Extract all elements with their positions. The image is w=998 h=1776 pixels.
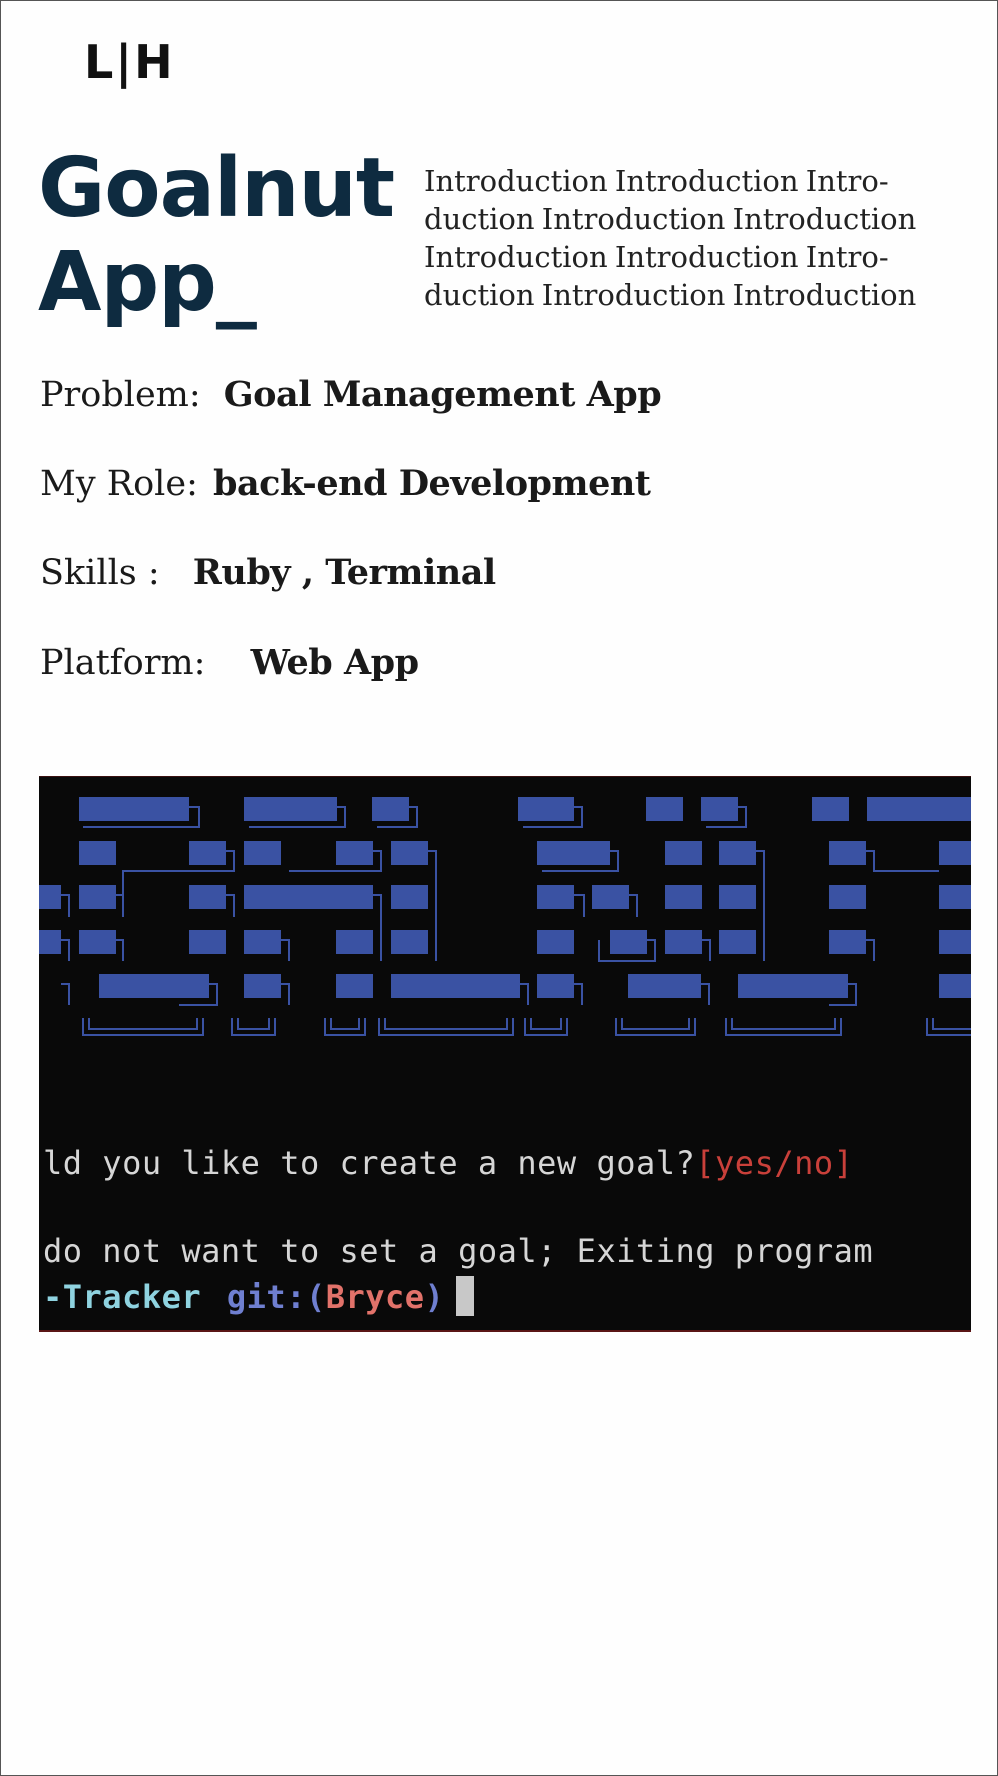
goal-prompt-question: ld you like to create a new goal? <box>43 1144 696 1182</box>
intro-line: duction Introduction Introduction <box>424 202 917 236</box>
exit-message-line: do not want to set a goal; Exiting progr… <box>43 1232 873 1270</box>
role-row: My Role: back-end Development <box>40 463 651 504</box>
role-value: back-end Development <box>213 463 651 504</box>
project-title: Goalnut App_ <box>38 142 398 330</box>
goal-prompt-line: ld you like to create a new goal?[yes/no… <box>43 1144 853 1182</box>
intro-line: Introduction Introduction Intro- <box>424 240 889 274</box>
problem-value: Goal Management App <box>223 374 662 415</box>
project-title-line: App_ <box>38 235 257 330</box>
git-branch: Bryce <box>325 1278 425 1316</box>
ascii-banner <box>39 797 971 1036</box>
goal-prompt-options: [yes/no] <box>695 1144 854 1182</box>
shell-directory: -Tracker <box>43 1278 202 1316</box>
shell-prompt-line: -Tracker git:(Bryce) <box>43 1276 475 1316</box>
platform-value: Web App <box>250 642 419 683</box>
exit-message: do not want to set a goal; Exiting progr… <box>43 1232 874 1270</box>
git-label: git:( <box>226 1278 326 1316</box>
skills-row: Skills : Ruby , Terminal <box>40 552 496 593</box>
role-label: My Role: <box>40 464 198 504</box>
problem-row: Problem: Goal Management App <box>40 374 662 415</box>
platform-label: Platform: <box>40 643 206 683</box>
project-title-line: Goalnut <box>38 141 395 236</box>
platform-row: Platform: Web App <box>40 642 419 683</box>
terminal-cursor <box>456 1276 475 1316</box>
skills-label: Skills : <box>40 553 160 593</box>
skills-value: Ruby , Terminal <box>192 552 496 593</box>
terminal-screenshot: ld you like to create a new goal?[yes/no… <box>39 776 971 1332</box>
logo[interactable]: L|H <box>84 36 175 88</box>
git-label-close: ) <box>424 1278 445 1316</box>
problem-label: Problem: <box>40 375 201 415</box>
project-introduction: Introduction Introduction Intro- duction… <box>424 162 964 314</box>
intro-line: duction Introduction Introduction <box>424 278 917 312</box>
intro-line: Introduction Introduction Intro- <box>424 164 889 198</box>
